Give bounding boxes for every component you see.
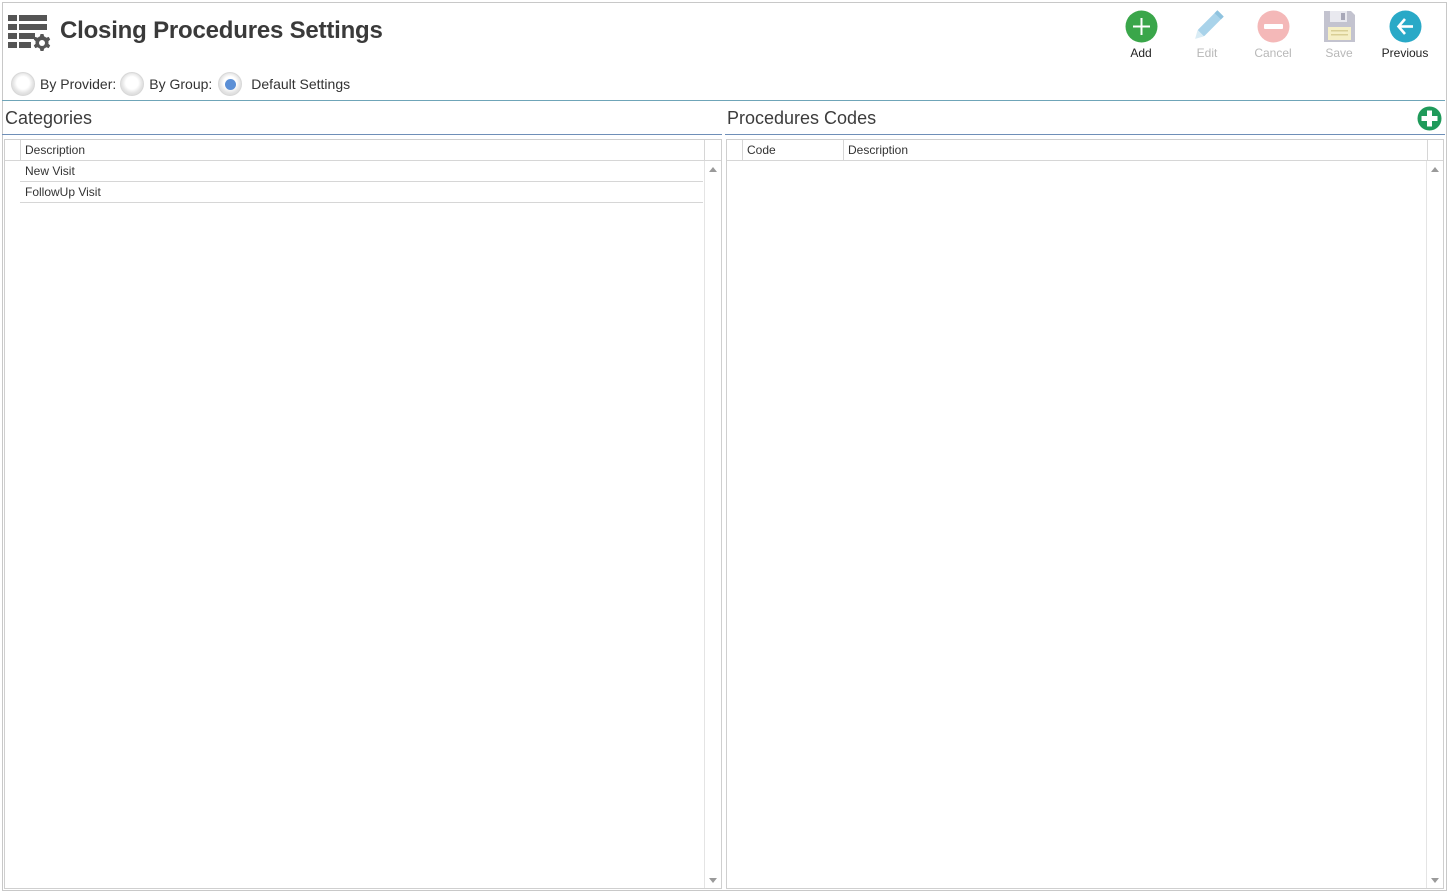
procedures-title: Procedures Codes bbox=[727, 108, 877, 128]
cancel-button[interactable]: Cancel bbox=[1240, 9, 1306, 60]
column-header-spacer bbox=[704, 140, 721, 160]
add-label: Add bbox=[1130, 46, 1152, 60]
radio-circle[interactable] bbox=[11, 72, 35, 96]
categories-scrollbar[interactable] bbox=[704, 161, 721, 888]
edit-button[interactable]: Edit bbox=[1174, 9, 1240, 60]
save-button[interactable]: Save bbox=[1306, 9, 1372, 60]
categories-grid-header: Description bbox=[5, 140, 721, 161]
cancel-icon bbox=[1256, 9, 1290, 43]
radio-label: Default Settings bbox=[251, 76, 351, 92]
edit-label: Edit bbox=[1196, 46, 1218, 60]
procedures-grid: Code Description bbox=[726, 139, 1444, 889]
radio-label: By Group: bbox=[149, 76, 213, 92]
list-settings-icon bbox=[8, 15, 54, 55]
scroll-down-icon[interactable] bbox=[1427, 872, 1443, 888]
radio-label: By Provider: bbox=[40, 76, 117, 92]
filter-radio-group: By Provider: By Group: Default Settings bbox=[11, 70, 354, 98]
table-row[interactable]: New Visit bbox=[20, 161, 703, 182]
table-row[interactable]: FollowUp Visit bbox=[20, 182, 703, 203]
categories-title: Categories bbox=[5, 108, 93, 128]
column-header-code[interactable]: Code bbox=[742, 140, 843, 160]
radio-circle[interactable] bbox=[120, 72, 145, 96]
toolbar: Add Edit Cancel Save Previous bbox=[1108, 9, 1438, 60]
column-header-spacer bbox=[1427, 140, 1443, 160]
procedures-scrollbar[interactable] bbox=[1426, 161, 1443, 888]
previous-button[interactable]: Previous bbox=[1372, 9, 1438, 60]
radio-default-settings[interactable]: Default Settings bbox=[218, 72, 350, 96]
scroll-up-icon[interactable] bbox=[1427, 161, 1443, 177]
header-divider bbox=[2, 100, 1445, 101]
categories-grid: Description New Visit FollowUp Visit bbox=[4, 139, 722, 889]
add-procedure-button[interactable] bbox=[1417, 106, 1442, 131]
page-title: Closing Procedures Settings bbox=[60, 17, 383, 44]
previous-label: Previous bbox=[1381, 46, 1429, 60]
scroll-down-icon[interactable] bbox=[705, 872, 721, 888]
categories-divider bbox=[2, 134, 722, 135]
radio-by-provider[interactable]: By Provider: bbox=[11, 72, 116, 96]
add-circle-icon bbox=[1417, 106, 1442, 131]
back-arrow-icon bbox=[1388, 9, 1422, 43]
add-icon bbox=[1124, 9, 1158, 43]
procedures-grid-header: Code Description bbox=[727, 140, 1443, 161]
radio-by-group[interactable]: By Group: bbox=[120, 72, 212, 96]
radio-circle-selected[interactable] bbox=[218, 72, 243, 96]
cancel-label: Cancel bbox=[1254, 46, 1292, 60]
scroll-up-icon[interactable] bbox=[705, 161, 721, 177]
save-icon bbox=[1322, 9, 1356, 43]
save-label: Save bbox=[1325, 46, 1353, 60]
column-header-description[interactable]: Description bbox=[20, 140, 704, 160]
column-header-description[interactable]: Description bbox=[843, 140, 1427, 160]
add-button[interactable]: Add bbox=[1108, 9, 1174, 60]
procedures-divider bbox=[725, 134, 1445, 135]
pencil-icon bbox=[1190, 9, 1224, 43]
